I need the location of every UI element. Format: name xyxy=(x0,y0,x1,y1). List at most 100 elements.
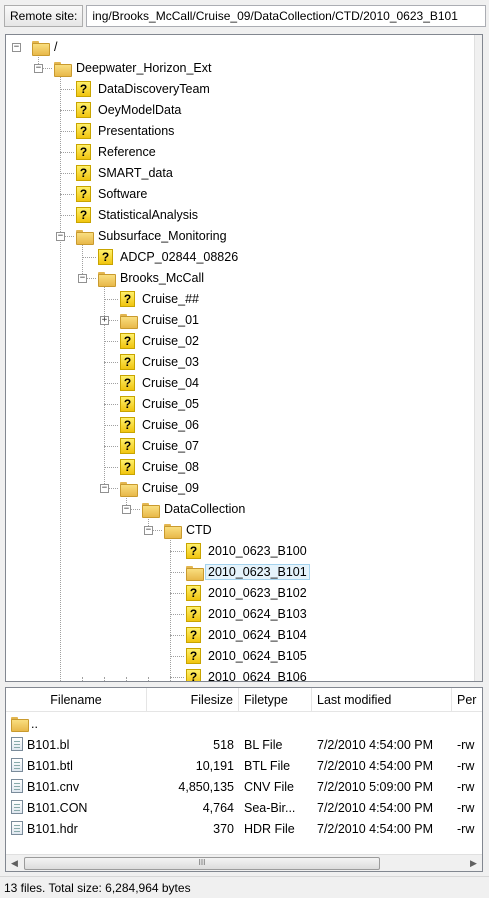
tree-item[interactable]: Cruise_05 xyxy=(140,394,201,415)
tree-connector-line xyxy=(104,425,118,426)
tree-item[interactable]: 2010_0623_B101 xyxy=(205,562,310,583)
scroll-left-arrow-icon[interactable]: ◀ xyxy=(6,855,23,871)
unknown-folder-icon: ? xyxy=(120,417,135,433)
file-size-cell: 10,191 xyxy=(195,759,234,773)
file-perm-cell xyxy=(452,714,482,735)
column-header-permissions[interactable]: Per xyxy=(452,688,482,712)
file-row[interactable]: B101.btl 10,191 BTL File 7/2/2010 4:54:00 P… xyxy=(6,756,482,777)
collapse-toggle-icon[interactable]: − xyxy=(56,232,65,241)
file-modified-cell: 7/2/2010 4:54:00 PM xyxy=(317,738,434,752)
file-row[interactable]: .. xyxy=(6,714,482,735)
tree-connector-line xyxy=(104,446,118,447)
tree-item[interactable]: Cruise_03 xyxy=(140,352,201,373)
unknown-folder-icon: ? xyxy=(120,354,135,370)
remote-file-list[interactable]: Filename Filesize Filetype Last modified… xyxy=(5,687,483,872)
tree-item[interactable]: Cruise_04 xyxy=(140,373,201,394)
tree-item-label: DataCollection xyxy=(164,502,246,516)
folder-icon xyxy=(98,272,116,287)
folder-icon xyxy=(120,482,138,497)
file-row[interactable]: B101.cnv 4,850,135 CNV File 7/2/2010 5:09:0… xyxy=(6,777,482,798)
file-row[interactable]: B101.hdr 370 HDR File 7/2/2010 4:54:00 PM -r… xyxy=(6,819,482,840)
tree-item[interactable]: 2010_0624_B104 xyxy=(206,625,309,646)
tree-vertical-scrollbar[interactable] xyxy=(474,35,482,681)
tree-connector-line xyxy=(60,131,74,132)
tree-item[interactable]: 2010_0623_B100 xyxy=(206,541,309,562)
collapse-toggle-icon[interactable]: − xyxy=(144,526,153,535)
tree-item-label: / xyxy=(54,40,58,54)
unknown-folder-icon: ? xyxy=(76,186,91,202)
tree-item[interactable]: Software xyxy=(96,184,149,205)
tree-item[interactable]: DataDiscoveryTeam xyxy=(96,79,212,100)
file-name: B101.hdr xyxy=(27,822,78,836)
tree-item-label: Cruise_07 xyxy=(142,439,199,453)
tree-item[interactable]: 2010_0624_B106 xyxy=(206,667,309,681)
unknown-folder-icon: ? xyxy=(186,627,201,643)
file-size-cell: 4,764 xyxy=(202,801,234,815)
tree-connector-line xyxy=(104,283,105,488)
tree-item[interactable]: Subsurface_Monitoring xyxy=(96,226,229,247)
tree-item[interactable]: Cruise_09 xyxy=(140,478,201,499)
file-modified-cell: 7/2/2010 4:54:00 PM xyxy=(317,801,434,815)
tree-item-label: StatisticalAnalysis xyxy=(98,208,199,222)
file-name-cell: B101.bl xyxy=(6,735,147,756)
file-modified-cell xyxy=(312,714,452,735)
scroll-thumb[interactable]: III xyxy=(24,857,380,870)
tree-item[interactable]: CTD xyxy=(184,520,214,541)
tree-item[interactable]: Cruise_06 xyxy=(140,415,201,436)
collapse-toggle-icon[interactable]: − xyxy=(100,484,109,493)
tree-item[interactable]: Cruise_01 xyxy=(140,310,201,331)
tree-item[interactable]: Presentations xyxy=(96,121,176,142)
file-size-cell: 518 xyxy=(213,738,234,752)
tree-item[interactable]: SMART_data xyxy=(96,163,175,184)
file-name-cell: .. xyxy=(6,714,147,735)
tree-item[interactable]: Cruise_## xyxy=(140,289,201,310)
file-type-cell xyxy=(239,714,312,735)
tree-item[interactable]: 2010_0624_B105 xyxy=(206,646,309,667)
collapse-toggle-icon[interactable]: − xyxy=(122,505,131,514)
tree-item[interactable]: 2010_0623_B102 xyxy=(206,583,309,604)
file-row[interactable]: B101.CON 4,764 Sea-Bir... 7/2/2010 4:54:00 … xyxy=(6,798,482,819)
unknown-folder-icon: ? xyxy=(76,165,91,181)
file-name: B101.btl xyxy=(27,759,73,773)
file-row[interactable]: B101.bl 518 BL File 7/2/2010 4:54:00 PM -rw xyxy=(6,735,482,756)
tree-connector-line xyxy=(104,341,118,342)
file-perm-cell: -rw xyxy=(457,822,475,836)
tree-item-label: Cruise_02 xyxy=(142,334,199,348)
file-icon xyxy=(11,737,23,751)
expand-toggle-icon[interactable]: + xyxy=(100,316,109,325)
tree-item[interactable]: Cruise_02 xyxy=(140,331,201,352)
column-header-last-modified[interactable]: Last modified xyxy=(312,688,452,712)
tree-connector-line xyxy=(104,383,118,384)
tree-item[interactable]: 2010_0624_B103 xyxy=(206,604,309,625)
folder-icon xyxy=(32,41,50,56)
remote-directory-tree[interactable]: − / − Deepwater_Horizon_Ext? DataDiscoveryTe… xyxy=(5,34,483,682)
tree-connector-line xyxy=(126,677,127,681)
column-header-filename[interactable]: Filename xyxy=(6,688,147,712)
file-perm-cell: -rw xyxy=(457,801,475,815)
tree-item[interactable]: / xyxy=(52,37,59,58)
unknown-folder-icon: ? xyxy=(120,459,135,475)
column-header-filesize[interactable]: Filesize xyxy=(147,688,239,712)
tree-item-label: 2010_0624_B105 xyxy=(208,649,307,663)
tree-item[interactable]: Deepwater_Horizon_Ext xyxy=(74,58,214,79)
collapse-toggle-icon[interactable]: − xyxy=(12,43,21,52)
file-icon xyxy=(11,758,23,772)
collapse-toggle-icon[interactable]: − xyxy=(78,274,87,283)
remote-site-path-input[interactable]: ing/Brooks_McCall/Cruise_09/DataCollecti… xyxy=(86,5,486,27)
tree-item-label: Cruise_08 xyxy=(142,460,199,474)
tree-item[interactable]: OeyModelData xyxy=(96,100,183,121)
tree-item[interactable]: Reference xyxy=(96,142,158,163)
column-header-filetype[interactable]: Filetype xyxy=(239,688,312,712)
collapse-toggle-icon[interactable]: − xyxy=(34,64,43,73)
folder-icon xyxy=(54,62,72,77)
tree-item[interactable]: Cruise_07 xyxy=(140,436,201,457)
tree-item[interactable]: StatisticalAnalysis xyxy=(96,205,200,226)
scroll-right-arrow-icon[interactable]: ▶ xyxy=(465,855,482,871)
tree-item[interactable]: ADCP_02844_08826 xyxy=(118,247,240,268)
tree-item[interactable]: Cruise_08 xyxy=(140,457,201,478)
tree-item[interactable]: Brooks_McCall xyxy=(118,268,206,289)
folder-icon xyxy=(164,524,182,539)
file-list-horizontal-scrollbar[interactable]: ◀ III ▶ xyxy=(6,854,482,871)
tree-connector-line xyxy=(104,677,105,681)
tree-item[interactable]: DataCollection xyxy=(162,499,247,520)
